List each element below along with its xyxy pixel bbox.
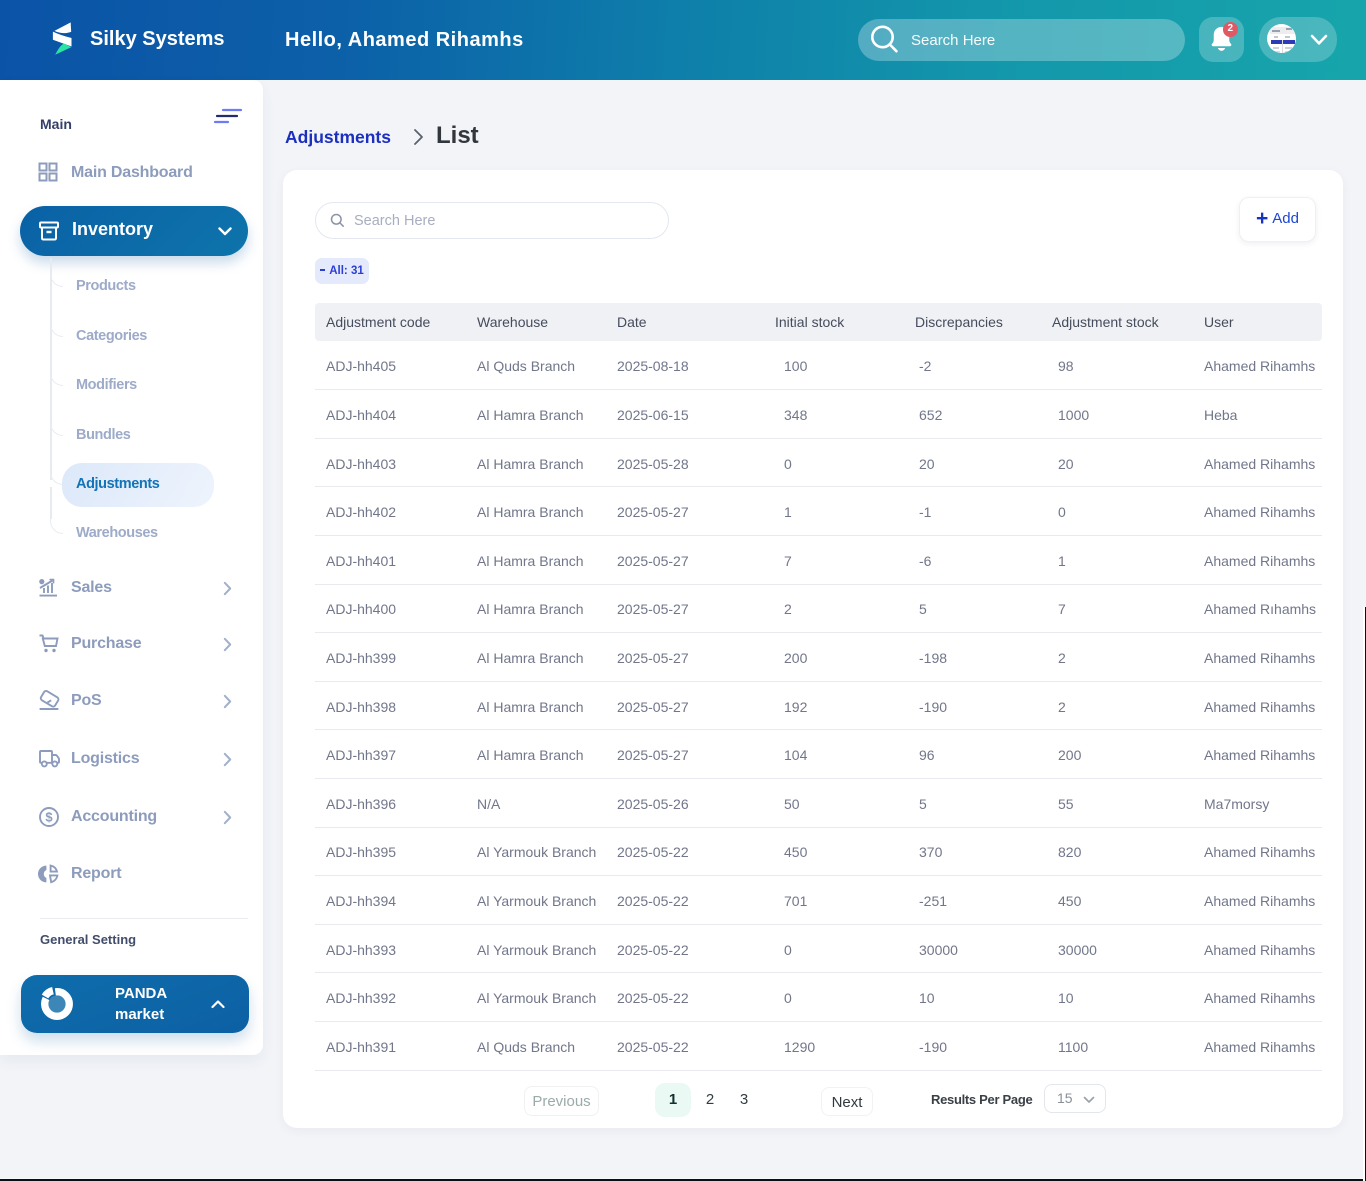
svg-text:$: $ (45, 810, 53, 825)
